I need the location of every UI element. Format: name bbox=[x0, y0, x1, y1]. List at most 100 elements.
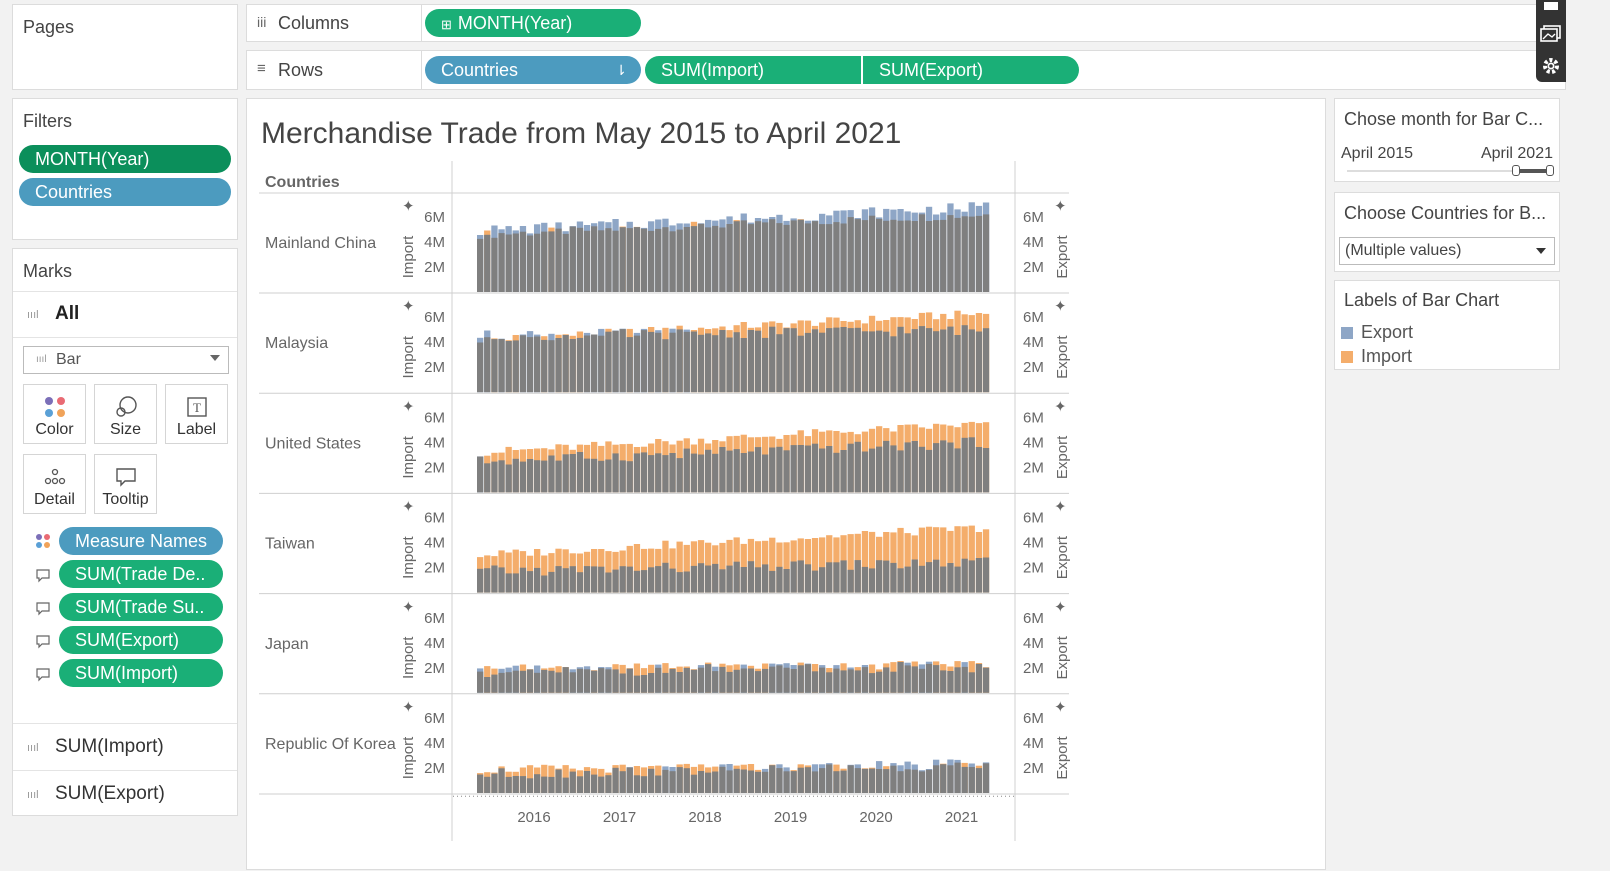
bar bbox=[683, 768, 690, 793]
bar bbox=[541, 460, 548, 493]
text-label-icon: T bbox=[186, 397, 207, 417]
bar bbox=[697, 563, 705, 593]
bar bbox=[883, 331, 890, 393]
y-tick-right: 2M bbox=[1023, 359, 1044, 376]
columns-shelf[interactable]: iii Columns ⊞ MONTH(Year) bbox=[246, 4, 1566, 42]
y-tick-right: 4M bbox=[1023, 434, 1044, 451]
bar bbox=[861, 768, 869, 793]
y-tick-right: 2M bbox=[1023, 259, 1044, 276]
bar bbox=[897, 326, 904, 393]
y-tick-left: 2M bbox=[424, 359, 445, 376]
bar bbox=[683, 448, 690, 493]
marks-field-row-trade-deficit[interactable]: SUM(Trade De.. bbox=[13, 560, 237, 590]
marks-field-row-measure-names[interactable]: Measure Names bbox=[13, 527, 237, 557]
bar bbox=[982, 667, 990, 693]
marks-field-pill[interactable]: SUM(Trade De.. bbox=[59, 560, 223, 588]
detail-card[interactable]: Detail bbox=[23, 454, 86, 514]
label-card[interactable]: T Label bbox=[165, 384, 228, 444]
bar bbox=[669, 332, 676, 393]
bar bbox=[947, 215, 954, 292]
rows-pill-import[interactable]: SUM(Import) bbox=[645, 56, 861, 84]
y-tick-left: 4M bbox=[424, 735, 445, 752]
bar bbox=[491, 773, 498, 793]
marks-tab-label: SUM(Export) bbox=[55, 783, 165, 804]
marks-tab-sum-import[interactable]: ıııl SUM(Import) bbox=[13, 724, 237, 770]
marks-field-row-export[interactable]: SUM(Export) bbox=[13, 626, 237, 656]
rows-shelf[interactable]: ≡ Rows Countries ⇂ SUM(Import) SUM(Expor… bbox=[246, 50, 1566, 90]
bar bbox=[484, 463, 491, 493]
pages-shelf[interactable]: Pages bbox=[12, 4, 238, 90]
bar bbox=[762, 668, 769, 693]
bar bbox=[940, 764, 947, 793]
bar bbox=[840, 450, 847, 493]
bar bbox=[847, 328, 854, 393]
bar bbox=[854, 768, 861, 793]
bar bbox=[519, 776, 527, 793]
bar bbox=[569, 771, 576, 793]
bar bbox=[797, 560, 804, 593]
size-card-label: Size bbox=[109, 421, 142, 438]
bar bbox=[890, 562, 897, 593]
bar bbox=[519, 335, 527, 393]
x-tick-label: 2019 bbox=[774, 809, 807, 826]
bar bbox=[754, 447, 762, 493]
image-icon[interactable] bbox=[1540, 24, 1562, 44]
range-slider-handle-start[interactable] bbox=[1512, 165, 1520, 176]
range-slider-handle-end[interactable] bbox=[1546, 165, 1554, 176]
bar bbox=[548, 571, 555, 593]
color-card[interactable]: Color bbox=[23, 384, 86, 444]
marks-field-pill[interactable]: SUM(Trade Su.. bbox=[59, 593, 223, 621]
columns-label: Columns bbox=[278, 13, 350, 33]
marks-all-tab[interactable]: ıııl All bbox=[13, 293, 237, 337]
size-card[interactable]: Size bbox=[94, 384, 157, 444]
filters-shelf[interactable]: Filters MONTH(Year) Countries bbox=[12, 98, 238, 240]
marks-field-row-import[interactable]: SUM(Import) bbox=[13, 659, 237, 689]
bar bbox=[541, 575, 548, 593]
bar bbox=[712, 671, 719, 693]
bar bbox=[633, 335, 641, 393]
bar bbox=[505, 776, 512, 793]
bar bbox=[783, 450, 790, 493]
bar bbox=[868, 768, 876, 793]
bar bbox=[498, 567, 505, 593]
marks-field-row-trade-surplus[interactable]: SUM(Trade Su.. bbox=[13, 593, 237, 623]
bar bbox=[569, 566, 576, 593]
rows-pill-countries[interactable]: Countries ⇂ bbox=[425, 56, 641, 84]
bar bbox=[933, 665, 940, 693]
bar bbox=[655, 453, 662, 493]
gear-icon[interactable] bbox=[1540, 55, 1562, 77]
pin-icon: ✦ bbox=[1054, 298, 1067, 315]
bar bbox=[826, 446, 833, 493]
bar bbox=[982, 448, 990, 493]
bar bbox=[947, 671, 954, 693]
bar bbox=[526, 571, 534, 593]
y-tick-left: 6M bbox=[424, 309, 445, 326]
expand-icon: ⊞ bbox=[441, 17, 452, 32]
filter-pill-month[interactable]: MONTH(Year) bbox=[19, 145, 231, 173]
bar bbox=[633, 453, 641, 493]
filter-pill-countries[interactable]: Countries bbox=[19, 178, 231, 206]
bar bbox=[591, 566, 598, 593]
bar bbox=[626, 668, 633, 693]
country-filter-dropdown[interactable]: (Multiple values) bbox=[1339, 237, 1555, 265]
marks-tab-sum-export[interactable]: ıııl SUM(Export) bbox=[13, 771, 237, 815]
country-row: United States 6M 6M 4M 4M 2M 2M Import Export ✦ ✦ bbox=[259, 398, 1071, 494]
rows-pill-export[interactable]: SUM(Export) bbox=[863, 56, 1079, 84]
tooltip-card[interactable]: Tooltip bbox=[94, 454, 157, 514]
bar bbox=[526, 669, 534, 693]
marks-field-pill[interactable]: SUM(Export) bbox=[59, 626, 223, 654]
show-me-icon[interactable] bbox=[1544, 2, 1558, 10]
mark-type-dropdown[interactable]: ıııl Bar bbox=[23, 346, 229, 374]
bar bbox=[619, 227, 626, 292]
marks-field-pill[interactable]: SUM(Import) bbox=[59, 659, 223, 687]
bar bbox=[933, 765, 940, 793]
columns-pill-month[interactable]: ⊞ MONTH(Year) bbox=[425, 9, 641, 37]
bar bbox=[876, 560, 883, 593]
y-tick-left: 2M bbox=[424, 259, 445, 276]
bar bbox=[477, 774, 484, 793]
bar bbox=[612, 230, 619, 292]
bar bbox=[719, 766, 726, 793]
marks-field-pill[interactable]: Measure Names bbox=[59, 527, 223, 555]
bar bbox=[697, 667, 705, 693]
row-label: Malaysia bbox=[265, 335, 328, 352]
